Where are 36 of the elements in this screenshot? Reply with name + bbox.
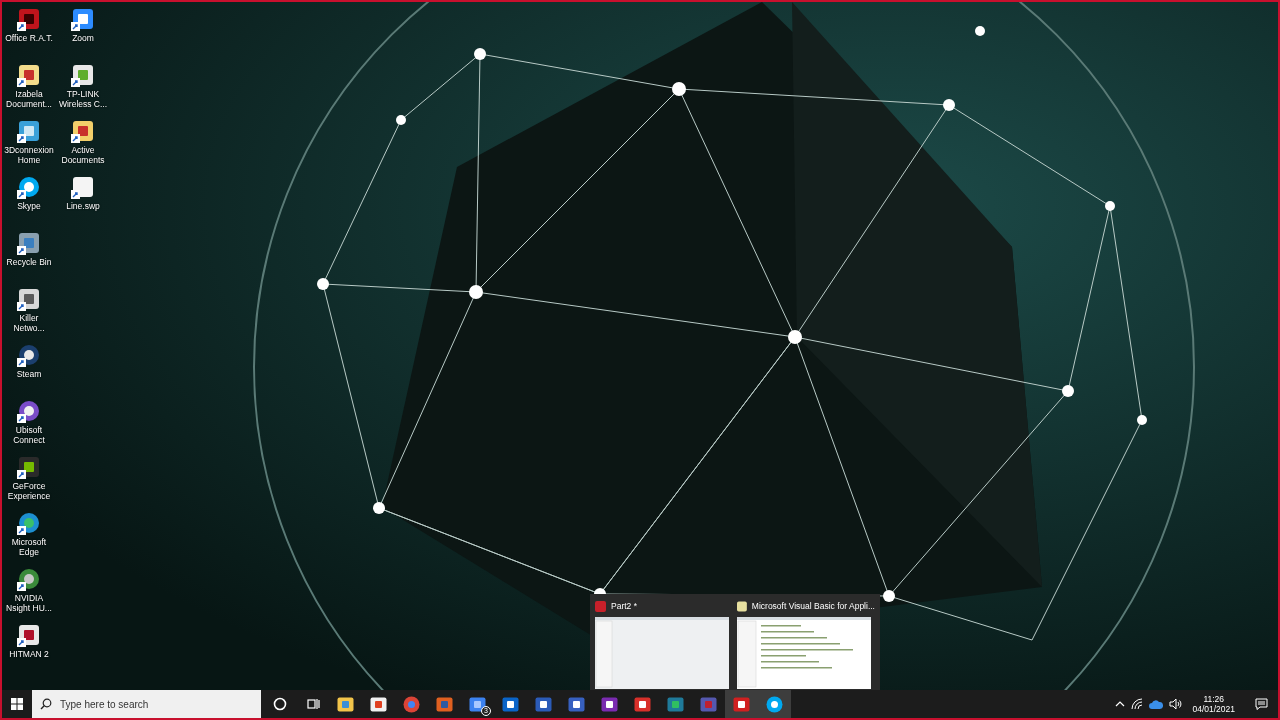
file-icon[interactable] <box>71 175 95 199</box>
desktop-icon-label[interactable]: Office R.A.T. <box>5 33 53 43</box>
search-icon <box>40 698 52 710</box>
desktop-icon-label[interactable]: Killer Netwo... <box>13 313 45 333</box>
taskbar-button[interactable] <box>725 690 758 718</box>
task-view-icon <box>305 697 320 711</box>
window-title[interactable]: Part2 * <box>611 599 637 613</box>
window-thumbnail[interactable] <box>737 617 871 689</box>
desktop-icon-label[interactable]: Ubisoft Connect <box>13 425 45 445</box>
chevron-up-icon[interactable] <box>1115 699 1126 709</box>
desktop-icon-label[interactable]: 3Dconnexion Home <box>4 145 54 165</box>
windows-logo-icon <box>11 698 23 710</box>
network-icon[interactable] <box>1131 698 1144 710</box>
desktop-icon-label[interactable]: TP-LINK Wireless C... <box>58 89 108 109</box>
desktop-icon-label[interactable]: GeForce Experience <box>7 481 51 501</box>
clock[interactable]: 11:26 04/01/2021 <box>1188 694 1239 714</box>
cloud-icon[interactable] <box>1149 699 1164 709</box>
window-title[interactable]: Microsoft Visual Basic for Appli... <box>751 599 875 613</box>
desktop-icon-label[interactable]: Steam <box>16 369 42 379</box>
desktop-icon-label[interactable]: NVIDIA Nsight HU... <box>6 593 52 613</box>
notifications-icon[interactable] <box>1255 698 1268 710</box>
desktop-icon-label[interactable]: Active Documents <box>61 145 105 165</box>
desktop-icon-label[interactable]: Line.swp <box>66 201 100 211</box>
desktop-icon-label[interactable]: HITMAN 2 <box>9 649 49 659</box>
window-thumbnail[interactable] <box>595 617 729 689</box>
desktop-icon-label[interactable]: Recycle Bin <box>6 257 52 267</box>
desktop-icon-label[interactable]: Izabela Document... <box>6 89 52 109</box>
desktop-icon-label[interactable]: Microsoft Edge <box>11 537 47 557</box>
app-icon <box>595 600 606 612</box>
search-circle-icon <box>272 697 287 711</box>
taskbar-button[interactable] <box>758 690 791 718</box>
desktop-icon-label[interactable]: Zoom <box>72 33 94 43</box>
speaker-icon[interactable] <box>1169 698 1183 710</box>
app-icon <box>737 600 747 612</box>
search-field[interactable]: Type here to search <box>32 690 261 718</box>
desktop-icon-label[interactable]: Skype <box>17 201 41 211</box>
